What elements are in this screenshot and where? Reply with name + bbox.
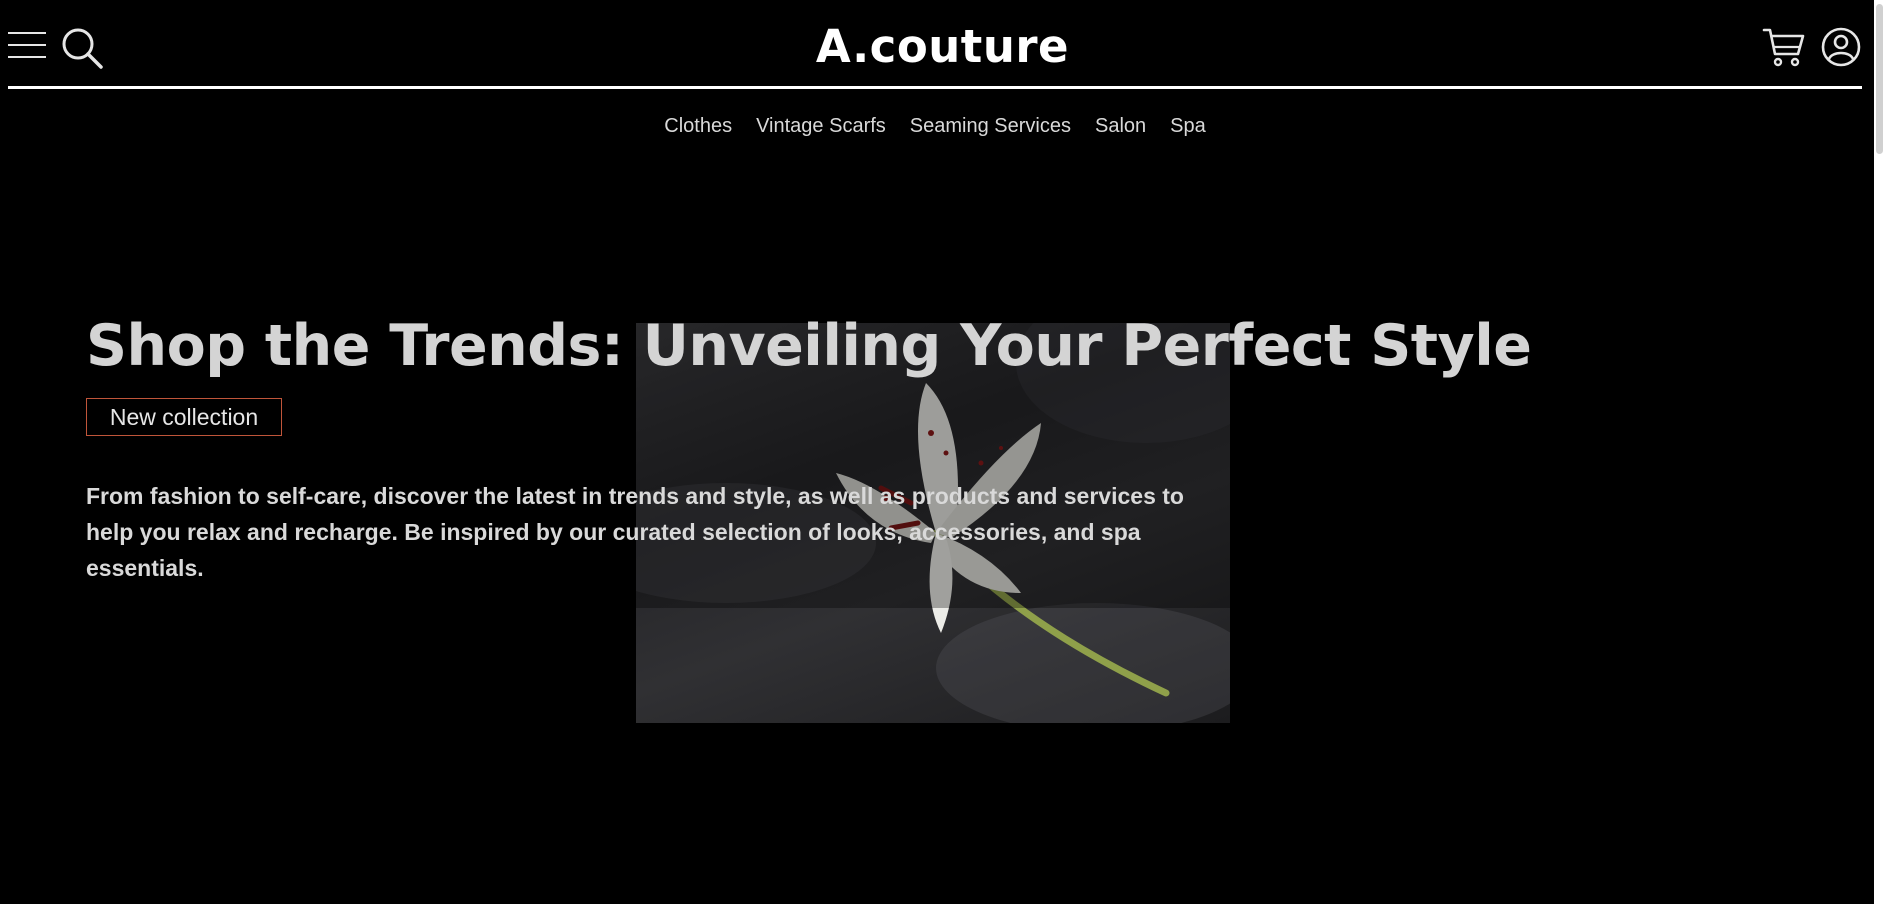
main-nav: Clothes Vintage Scarfs Seaming Services …: [0, 115, 1870, 145]
nav-item-salon[interactable]: Salon: [1095, 115, 1146, 145]
shopping-cart-icon[interactable]: [1762, 26, 1806, 68]
nav-item-seaming-services[interactable]: Seaming Services: [910, 115, 1071, 145]
hero-description: From fashion to self-care, discover the …: [86, 483, 1184, 581]
hero-title: Shop the Trends: Unveiling Your Perfect …: [86, 313, 1532, 379]
nav-item-vintage-scarfs[interactable]: Vintage Scarfs: [756, 115, 886, 145]
header-divider: [8, 86, 1862, 89]
user-account-icon[interactable]: [1820, 26, 1862, 68]
brand-logo[interactable]: A.couture: [0, 20, 1885, 73]
new-collection-badge[interactable]: New collection: [86, 398, 282, 436]
vertical-scrollbar[interactable]: [1874, 0, 1885, 904]
site-header: A.couture: [0, 0, 1885, 90]
scrollbar-thumb[interactable]: [1876, 4, 1883, 154]
page: A.couture Clothes Vintage Scarfs Seaming…: [0, 0, 1885, 904]
nav-item-spa[interactable]: Spa: [1170, 115, 1206, 145]
nav-item-clothes[interactable]: Clothes: [664, 115, 732, 145]
